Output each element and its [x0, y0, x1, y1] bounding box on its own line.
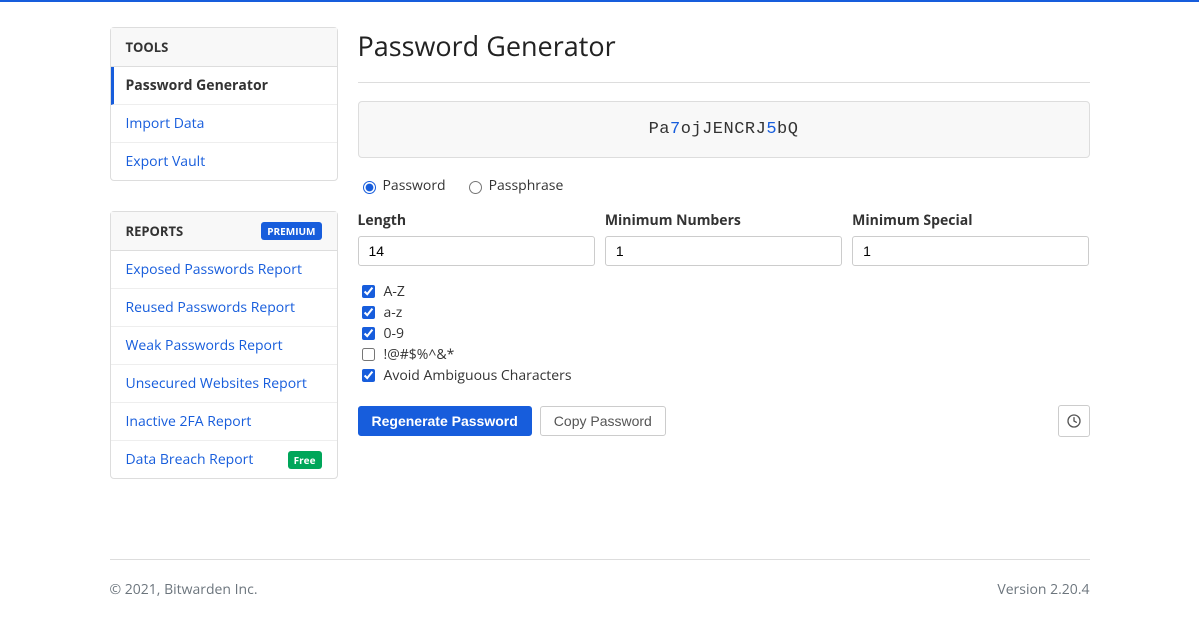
min-special-input[interactable] — [852, 236, 1089, 266]
radio-passphrase-input[interactable] — [469, 181, 482, 194]
check-special-input[interactable] — [362, 348, 375, 361]
sidebar-item-label: Data Breach Report — [126, 450, 254, 469]
check-numbers-label: 0-9 — [384, 324, 405, 343]
tools-header: Tools — [111, 28, 337, 67]
check-ambiguous[interactable]: Avoid Ambiguous Characters — [358, 366, 1090, 385]
reports-header: Reports Premium — [111, 212, 337, 251]
sidebar-item-reused-passwords[interactable]: Reused Passwords Report — [111, 289, 337, 327]
sidebar-item-password-generator[interactable]: Password Generator — [111, 67, 337, 105]
check-uppercase[interactable]: A-Z — [358, 282, 1090, 301]
sidebar-item-export-vault[interactable]: Export Vault — [111, 143, 337, 180]
check-uppercase-label: A-Z — [384, 282, 405, 301]
radio-password[interactable]: Password — [358, 176, 446, 195]
reports-header-label: Reports — [126, 222, 184, 240]
min-numbers-input[interactable] — [605, 236, 842, 266]
sidebar-item-label: Reused Passwords Report — [126, 298, 295, 317]
sidebar-item-label: Export Vault — [126, 152, 206, 171]
reports-card: Reports Premium Exposed Passwords Report… — [110, 211, 338, 479]
length-label: Length — [358, 211, 595, 230]
radio-passphrase[interactable]: Passphrase — [464, 176, 564, 195]
sidebar-item-label: Password Generator — [126, 76, 268, 95]
sidebar-item-label: Exposed Passwords Report — [126, 260, 302, 279]
sidebar-item-label: Unsecured Websites Report — [126, 374, 307, 393]
free-badge: Free — [288, 451, 322, 469]
check-special-label: !@#$%^&* — [384, 345, 455, 364]
length-input[interactable] — [358, 236, 595, 266]
sidebar-item-label: Weak Passwords Report — [126, 336, 283, 355]
premium-badge: Premium — [261, 222, 321, 240]
check-lowercase-input[interactable] — [362, 306, 375, 319]
sidebar-item-inactive-2fa[interactable]: Inactive 2FA Report — [111, 403, 337, 441]
min-special-label: Minimum Special — [852, 211, 1089, 230]
generated-password-display: Pa7ojJENCRJ5bQ — [358, 101, 1090, 158]
title-divider — [358, 82, 1090, 83]
check-numbers-input[interactable] — [362, 327, 375, 340]
min-numbers-label: Minimum Numbers — [605, 211, 842, 230]
tools-header-label: Tools — [126, 38, 169, 56]
sidebar-item-exposed-passwords[interactable]: Exposed Passwords Report — [111, 251, 337, 289]
regenerate-button[interactable]: Regenerate Password — [358, 406, 532, 436]
check-lowercase[interactable]: a-z — [358, 303, 1090, 322]
sidebar-item-label: Inactive 2FA Report — [126, 412, 252, 431]
footer: © 2021, Bitwarden Inc. Version 2.20.4 — [110, 559, 1090, 599]
sidebar-item-unsecured-websites[interactable]: Unsecured Websites Report — [111, 365, 337, 403]
radio-password-label: Password — [383, 176, 446, 195]
sidebar-item-label: Import Data — [126, 114, 205, 133]
radio-passphrase-label: Passphrase — [489, 176, 564, 195]
sidebar-item-import-data[interactable]: Import Data — [111, 105, 337, 143]
sidebar-item-data-breach[interactable]: Data Breach Report Free — [111, 441, 337, 478]
copy-button[interactable]: Copy Password — [540, 406, 666, 436]
history-button[interactable] — [1058, 405, 1090, 437]
check-numbers[interactable]: 0-9 — [358, 324, 1090, 343]
footer-copyright: © 2021, Bitwarden Inc. — [110, 580, 258, 599]
check-ambiguous-input[interactable] — [362, 369, 375, 382]
radio-password-input[interactable] — [363, 181, 376, 194]
password-type-radios: Password Passphrase — [358, 176, 1090, 195]
sidebar-item-weak-passwords[interactable]: Weak Passwords Report — [111, 327, 337, 365]
check-special[interactable]: !@#$%^&* — [358, 345, 1090, 364]
page-title: Password Generator — [358, 27, 1090, 64]
history-icon — [1066, 413, 1082, 429]
footer-version: Version 2.20.4 — [997, 580, 1089, 599]
check-ambiguous-label: Avoid Ambiguous Characters — [384, 366, 572, 385]
check-lowercase-label: a-z — [384, 303, 403, 322]
check-uppercase-input[interactable] — [362, 285, 375, 298]
tools-card: Tools Password Generator Import Data Exp… — [110, 27, 338, 181]
